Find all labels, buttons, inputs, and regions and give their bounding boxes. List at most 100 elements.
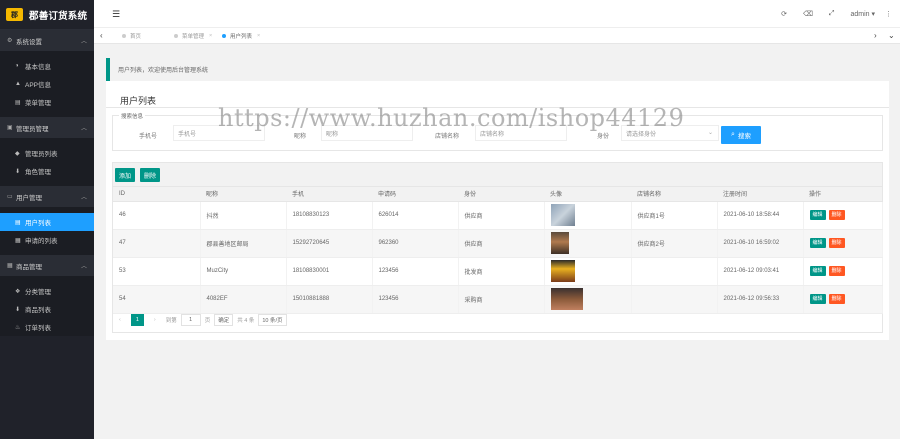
close-icon[interactable]: × — [209, 33, 212, 39]
download-icon: ⬇ — [15, 306, 21, 313]
tab-home[interactable]: 首页 — [122, 28, 141, 44]
delete-button[interactable]: 删除 — [828, 238, 845, 248]
edit-button[interactable]: 编辑 — [809, 210, 826, 220]
fullscreen-icon[interactable]: ⤢ — [829, 10, 835, 18]
page-unit: 页 — [204, 318, 211, 324]
chevron-down-icon[interactable]: ⌄ — [888, 31, 895, 40]
avatar[interactable] — [550, 260, 575, 282]
name-input[interactable]: 昵称 — [321, 125, 413, 141]
tab-bar: ‹ 首页 菜单管理 × 用户列表 × › ⌄ — [94, 28, 900, 44]
trash-icon[interactable]: ⌫ — [803, 10, 813, 18]
prev-page-icon[interactable]: ‹ — [119, 317, 121, 323]
pagination: ‹ 1 › 到第 1 页 确定 共 4 条 10 条/页 — [119, 314, 287, 326]
nav-group-users[interactable]: ▭ 用户管理 ︿ — [0, 186, 94, 207]
search-fieldset: 搜索信息 手机号 手机号 昵称 昵称 店铺名称 店铺名称 身份 请选择身份 ⌄ — [112, 112, 883, 151]
name-label: 昵称 — [294, 134, 307, 140]
card-icon: ▭ — [7, 194, 13, 200]
sidebar-item-category[interactable]: ❖ 分类管理 — [0, 282, 94, 300]
goto-ok-button[interactable]: 确定 — [214, 314, 234, 326]
user-icon: ▲ — [15, 81, 21, 87]
top-header: ☰ ⟳ ⌫ ⤢ admin ▾ ⋮ — [94, 0, 900, 28]
tab-user-list[interactable]: 用户列表 × — [222, 28, 260, 44]
main-panel: 用户列表，欢迎使用后台管理系统 用户列表 搜索信息 手机号 手机号 昵称 昵称 … — [106, 58, 889, 340]
avatar[interactable] — [550, 232, 569, 254]
table-row[interactable]: 47 郡县善地区邮局 15292720645 962360 供应商 供应商2号 … — [113, 229, 883, 258]
edit-button[interactable]: 编辑 — [809, 294, 826, 304]
sidebar-item-order-list[interactable]: ♨ 订单列表 — [0, 318, 94, 336]
table-header: ID 昵称 手机 申请码 身份 头像 店铺名称 注册时间 操作 — [113, 187, 882, 202]
delete-button[interactable]: 删除 — [828, 210, 845, 220]
user-table: 添加 删除 ID 昵称 手机 申请码 身份 头像 店铺名称 注册时间 操作 46… — [112, 162, 883, 333]
add-button[interactable]: 添加 — [115, 168, 135, 182]
sidebar-item-user-list[interactable]: ▤ 用户列表 — [0, 213, 94, 231]
grid-icon: ▦ — [7, 263, 13, 269]
user-menu[interactable]: admin ▾ — [850, 10, 875, 18]
table-row[interactable]: 46 抖然 18108830123 626014 供应商 供应商1号 2021-… — [113, 201, 883, 230]
chevron-down-icon: ⌄ — [707, 130, 713, 136]
sidebar: 郡 郡善订货系统 ⚙ 系统设置 ︿ ◑ 基本信息 ▲ APP信息 ▤ 菜单管理 ▣ 管… — [0, 0, 94, 439]
search-legend: 搜索信息 — [119, 112, 146, 120]
table-row[interactable]: 53 MuzCity 18108830001 123456 批发商 2021-0… — [113, 257, 883, 286]
total-count: 共 4 条 — [237, 318, 255, 324]
menu-toggle-icon[interactable]: ☰ — [112, 9, 120, 20]
edit-button[interactable]: 编辑 — [809, 238, 826, 248]
sidebar-item-admin-list[interactable]: ◆ 管理员列表 — [0, 144, 94, 162]
table-toolbar: 添加 删除 — [113, 163, 882, 187]
edit-button[interactable]: 编辑 — [809, 266, 826, 276]
table-row[interactable]: 54 4082EF 15010881888 123456 采购商 2021-06… — [113, 285, 883, 314]
sidebar-item-apply-list[interactable]: ▦ 申请的列表 — [0, 231, 94, 249]
search-button[interactable]: ⌕ 搜索 — [721, 126, 761, 144]
chevron-up-icon: ︿ — [80, 126, 87, 132]
avatar-cell — [544, 285, 632, 314]
phone-input[interactable]: 手机号 — [173, 125, 265, 141]
chevron-up-icon: ︿ — [80, 264, 87, 270]
nav-group-goods[interactable]: ▦ 商品管理 ︿ — [0, 255, 94, 276]
batch-delete-button[interactable]: 删除 — [140, 168, 160, 182]
goto-label: 到第 — [165, 318, 177, 324]
store-input[interactable]: 店铺名称 — [475, 125, 567, 141]
sidebar-item-roles[interactable]: ⬇ 角色管理 — [0, 162, 94, 180]
tab-scroll-left-icon[interactable]: ‹ — [100, 31, 103, 40]
logo-icon: 郡 — [6, 8, 23, 21]
chevron-up-icon: ︿ — [80, 39, 87, 45]
avatar[interactable] — [550, 288, 583, 310]
users-icon: ◆ — [15, 150, 20, 157]
tag-icon: ❖ — [15, 288, 21, 295]
nav-group-system[interactable]: ⚙ 系统设置 ︿ — [0, 30, 94, 51]
menu-icon: ▤ — [15, 99, 21, 106]
sidebar-item-app-info[interactable]: ▲ APP信息 — [0, 75, 94, 93]
tab-scroll-right-icon[interactable]: › — [874, 31, 877, 40]
delete-button[interactable]: 删除 — [828, 294, 845, 304]
page-title: 用户列表 — [120, 96, 157, 106]
app-logo[interactable]: 郡 郡善订货系统 — [0, 0, 94, 30]
notice-bar: 用户列表，欢迎使用后台管理系统 — [106, 58, 889, 81]
delete-button[interactable]: 删除 — [828, 266, 845, 276]
avatar-cell — [544, 229, 632, 258]
download-icon: ⬇ — [15, 168, 21, 175]
refresh-icon[interactable]: ⟳ — [781, 10, 787, 18]
per-page-select[interactable]: 10 条/页 — [258, 314, 287, 326]
avatar-cell — [544, 257, 632, 286]
fire-icon: ♨ — [15, 324, 21, 331]
search-icon: ⌕ — [731, 131, 735, 138]
sidebar-item-basic-info[interactable]: ◑ 基本信息 — [0, 57, 94, 75]
admin-icon: ▣ — [7, 125, 13, 131]
next-page-icon[interactable]: › — [154, 317, 156, 323]
page-current[interactable]: 1 — [130, 314, 144, 326]
close-icon[interactable]: × — [257, 33, 260, 39]
more-icon[interactable]: ⋮ — [885, 10, 892, 18]
store-label: 店铺名称 — [435, 134, 460, 140]
list-icon: ▤ — [15, 219, 21, 226]
sidebar-item-goods-list[interactable]: ⬇ 商品列表 — [0, 300, 94, 318]
tab-menu-manage[interactable]: 菜单管理 × — [174, 28, 212, 44]
chevron-up-icon: ︿ — [80, 195, 87, 201]
table-icon: ▦ — [15, 237, 21, 244]
page-input[interactable]: 1 — [180, 314, 201, 326]
sidebar-item-menu-manage[interactable]: ▤ 菜单管理 — [0, 93, 94, 111]
info-icon: ◑ — [15, 63, 19, 69]
role-select[interactable]: 请选择身份 ⌄ — [621, 125, 719, 141]
phone-label: 手机号 — [139, 134, 158, 140]
role-label: 身份 — [597, 134, 610, 140]
nav-group-admin[interactable]: ▣ 管理员管理 ︿ — [0, 117, 94, 138]
avatar[interactable] — [550, 204, 575, 226]
